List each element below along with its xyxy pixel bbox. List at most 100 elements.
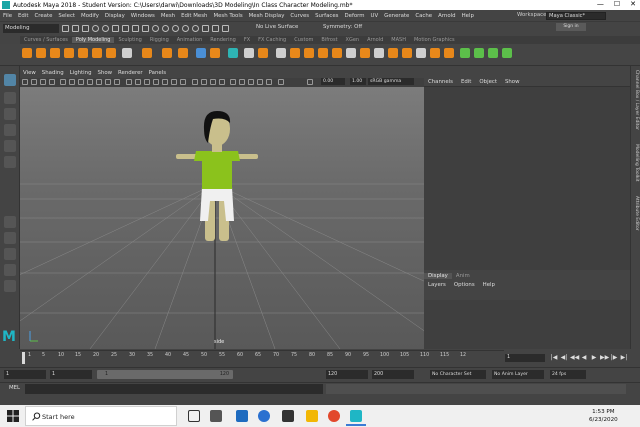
cylindrical-map-icon[interactable] (488, 48, 498, 58)
anti-aliasing-icon[interactable] (210, 79, 216, 85)
xray-active-icon[interactable] (257, 79, 263, 85)
planar-map-icon[interactable] (474, 48, 484, 58)
snap-view-icon[interactable] (182, 25, 189, 32)
history-icon[interactable] (202, 25, 209, 32)
step-forward-frame-button[interactable]: ▶▶ (600, 353, 609, 362)
menu-create[interactable]: Create (31, 13, 55, 19)
scale-tool-icon[interactable] (4, 156, 16, 168)
windows-start-icon[interactable] (7, 410, 19, 422)
edge-icon[interactable] (258, 410, 270, 422)
layer-tab-anim[interactable]: Anim (452, 273, 474, 279)
shelf-tab-animation[interactable]: Animation (173, 37, 207, 43)
image-plane-icon[interactable] (49, 79, 55, 85)
photos-icon[interactable] (306, 410, 318, 422)
isolate-select-icon[interactable] (230, 79, 236, 85)
gamma-icon[interactable] (307, 79, 313, 85)
uv-editor-icon[interactable] (460, 48, 470, 58)
range-slider[interactable]: 1 120 (97, 370, 233, 379)
mask-icon[interactable] (142, 25, 149, 32)
menu-cache[interactable]: Cache (412, 13, 435, 19)
insert-edge-loop-icon[interactable] (388, 48, 398, 58)
system-clock[interactable]: 1:53 PM 6/23/2020 (589, 408, 618, 424)
shadows-icon[interactable] (180, 79, 186, 85)
poly-disc-icon[interactable] (106, 48, 116, 58)
xray-icon[interactable] (239, 79, 245, 85)
viewport-menu-panels[interactable]: Panels (146, 70, 169, 76)
four-view-layout-icon[interactable] (4, 232, 16, 244)
screen-space-ao-icon[interactable] (192, 79, 198, 85)
poly-torus-icon[interactable] (78, 48, 88, 58)
animation-end-field[interactable]: 200 (372, 370, 414, 379)
gate-mask-icon[interactable] (87, 79, 93, 85)
snap-point-icon[interactable] (172, 25, 179, 32)
shelf-tab-mash[interactable]: MASH (387, 37, 410, 43)
safe-action-icon[interactable] (105, 79, 111, 85)
camera-attributes-icon[interactable] (31, 79, 37, 85)
target-weld-icon[interactable] (360, 48, 370, 58)
connect-icon[interactable] (374, 48, 384, 58)
shelf-tab-curves-surfaces[interactable]: Curves / Surfaces (20, 37, 72, 43)
poly-plane-icon[interactable] (92, 48, 102, 58)
super-shape-icon[interactable] (122, 48, 132, 58)
shelf-tab-xgen[interactable]: XGen (342, 37, 364, 43)
playback-start-field[interactable]: 1 (50, 370, 92, 379)
poly-cylinder-icon[interactable] (50, 48, 60, 58)
viewport-menu-view[interactable]: View (20, 70, 39, 76)
menu-mesh-tools[interactable]: Mesh Tools (210, 13, 245, 19)
exposure-field[interactable]: 0.00 (321, 78, 345, 85)
fill-hole-icon[interactable] (332, 48, 342, 58)
menu-surfaces[interactable]: Surfaces (312, 13, 341, 19)
mirror-icon[interactable] (210, 48, 220, 58)
menu-generate[interactable]: Generate (381, 13, 412, 19)
offset-edge-loop-icon[interactable] (402, 48, 412, 58)
boolean-icon[interactable] (196, 48, 206, 58)
playback-end-field[interactable]: 120 (326, 370, 368, 379)
layer-help-menu[interactable]: Help (479, 282, 499, 288)
select-tool-icon[interactable] (4, 74, 16, 86)
shelf-tab-arnold[interactable]: Arnold (363, 37, 387, 43)
shelf-tab-poly-modeling[interactable]: Poly Modeling (71, 37, 115, 43)
viewport-menu-renderer[interactable]: Renderer (115, 70, 146, 76)
render-icon[interactable] (212, 25, 219, 32)
play-forwards-button[interactable]: ▶ (590, 353, 598, 362)
smooth-icon[interactable] (178, 48, 188, 58)
safe-title-icon[interactable] (114, 79, 120, 85)
wireframe-icon[interactable] (126, 79, 132, 85)
wireframe-on-shaded-icon[interactable] (153, 79, 159, 85)
use-all-lights-icon[interactable] (171, 79, 177, 85)
channels-menu[interactable]: Channels (424, 79, 457, 85)
shelf-tab-rendering[interactable]: Rendering (206, 37, 240, 43)
combine-icon[interactable] (142, 48, 152, 58)
single-perspective-layout-icon[interactable] (4, 216, 16, 228)
menu-arnold[interactable]: Arnold (435, 13, 458, 19)
move-tool-icon[interactable] (4, 124, 16, 136)
depth-of-field-icon[interactable] (219, 79, 225, 85)
extrude-icon[interactable] (304, 48, 314, 58)
menu-mesh-display[interactable]: Mesh Display (246, 13, 288, 19)
menu-mesh[interactable]: Mesh (158, 13, 178, 19)
viewport-menu-lighting[interactable]: Lighting (67, 70, 95, 76)
minimize-button[interactable]: — (597, 0, 604, 8)
paint-select-icon[interactable] (4, 108, 16, 120)
textured-icon[interactable] (162, 79, 168, 85)
mail-icon[interactable] (236, 410, 248, 422)
hypershade-layout-icon[interactable] (4, 280, 16, 292)
play-backwards-button[interactable]: ◀ (580, 353, 588, 362)
snap-surface-icon[interactable] (192, 25, 199, 32)
bridge-icon[interactable] (290, 48, 300, 58)
step-forward-key-button[interactable]: |▶ (610, 353, 618, 362)
workspace-dropdown[interactable]: Maya Classic* (546, 12, 606, 20)
menu-select[interactable]: Select (55, 13, 78, 19)
layer-options-menu[interactable]: Options (450, 282, 479, 288)
sign-in-button[interactable]: Sign in (556, 23, 586, 31)
shelf-tab-sculpting[interactable]: Sculpting (114, 37, 145, 43)
shelf-tab-custom[interactable]: Custom (290, 37, 317, 43)
quadrangulate-icon[interactable] (258, 48, 268, 58)
resolution-gate-icon[interactable] (78, 79, 84, 85)
menu-edit[interactable]: Edit (15, 13, 31, 19)
menu-set-dropdown[interactable]: Modeling (3, 24, 59, 33)
symmetry-label[interactable]: Symmetry: Off (323, 24, 362, 30)
poly-cube-icon[interactable] (36, 48, 46, 58)
gamma-field[interactable]: 1.00 (350, 78, 366, 85)
multi-cut-icon[interactable] (346, 48, 356, 58)
